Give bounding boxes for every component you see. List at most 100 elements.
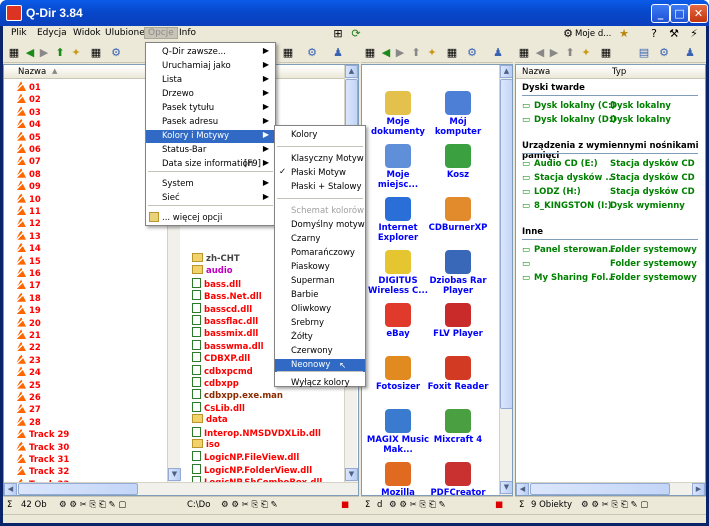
desktop-item[interactable]: Moje miejsc... xyxy=(366,144,430,190)
menu-item[interactable]: Schemat kolorów xyxy=(275,205,365,218)
minimize-button[interactable]: _ xyxy=(651,4,670,23)
column-type[interactable]: Typ xyxy=(612,67,626,77)
back-icon[interactable]: ◀ xyxy=(23,46,37,60)
list-item[interactable]: CsLib.dll xyxy=(192,401,245,414)
list-item[interactable]: Track 29 xyxy=(16,428,69,440)
menu-item[interactable]: Q-Dir zawsze... ▶ xyxy=(146,46,275,59)
menu-item[interactable]: Piaskowy xyxy=(275,261,365,274)
list-item[interactable]: 08 xyxy=(16,167,41,180)
menu-item[interactable]: Uruchamiaj jako ▶ xyxy=(146,60,275,73)
desktop-item[interactable]: Mixcraft 4 xyxy=(426,409,490,445)
desktop-item[interactable]: DIGITUS Wireless C... xyxy=(366,250,430,296)
list-item[interactable]: LogicNP.FolderView.dll xyxy=(192,463,312,476)
menu-item[interactable]: Srebrny xyxy=(275,317,365,330)
list-item[interactable]: cdbxpp.exe.man xyxy=(192,389,283,401)
stop-icon[interactable]: ■ xyxy=(495,500,503,510)
list-item[interactable]: 12 xyxy=(16,217,41,229)
menu-item[interactable]: Płaski + Stalowy xyxy=(275,181,365,194)
list-item[interactable]: LogicNP.FileView.dll xyxy=(192,451,299,463)
menu-item[interactable]: Żółty xyxy=(275,331,365,344)
scroll-thumb[interactable] xyxy=(18,483,138,495)
status-tools[interactable]: ⚙ ⚙ ✂ ⎘ ⎗ ✎ ▢ xyxy=(581,500,648,510)
desktop-item[interactable]: Foxit Reader xyxy=(426,356,490,392)
list-item[interactable]: Track 32 xyxy=(16,465,69,477)
list-item[interactable]: 06 xyxy=(16,143,41,155)
tools-icon[interactable]: ⚙ xyxy=(561,27,575,41)
menu-item[interactable]: Drzewo ▶ xyxy=(146,88,275,101)
view-icon[interactable]: ▦ xyxy=(7,46,21,60)
list-item[interactable]: 01 xyxy=(16,81,41,93)
scroll-right-icon[interactable]: ▶ xyxy=(692,483,705,495)
list-item[interactable]: 25 xyxy=(16,378,41,391)
view-icon[interactable]: ▦ xyxy=(363,46,377,60)
drive-name[interactable]: Panel sterowan... xyxy=(534,245,618,255)
desktop-item[interactable]: CDBurnerXP xyxy=(426,197,490,233)
scroll-down-icon[interactable]: ▼ xyxy=(168,468,181,481)
list-item[interactable]: 04 xyxy=(16,118,41,130)
tool-icon[interactable]: ⚒ xyxy=(667,27,681,41)
menu-info[interactable]: Info xyxy=(179,28,196,38)
list-item[interactable]: audio xyxy=(192,265,233,277)
list-item[interactable]: 19 xyxy=(16,304,41,316)
list-item[interactable]: 26 xyxy=(16,391,41,403)
menu-item[interactable]: Klasyczny Motyw xyxy=(275,153,365,166)
menu-item[interactable]: Sieć ▶ xyxy=(146,192,275,205)
desktop-item[interactable]: Moje dokumenty xyxy=(366,91,430,137)
list-item[interactable]: 20 xyxy=(16,316,41,329)
list-item[interactable]: basswma.dll xyxy=(192,339,264,352)
views-dropdown-icon[interactable]: ▦ xyxy=(89,46,103,60)
tools-dropdown-icon[interactable]: ⚙ xyxy=(305,46,319,60)
help-icon[interactable]: ? xyxy=(647,27,661,41)
new-folder-icon[interactable]: ✦ xyxy=(579,46,593,60)
list-item[interactable]: Interop.NMSDVDXLib.dll xyxy=(192,426,321,439)
status-tools[interactable]: ⚙ ⚙ ✂ ⎘ ⎗ ✎ ▢ xyxy=(59,500,126,510)
title-bar[interactable]: Q-Dir 3.84 _ □ ✕ xyxy=(0,0,709,26)
view-icon[interactable]: ▦ xyxy=(281,46,295,60)
menu-edit[interactable]: Edycja xyxy=(37,28,67,38)
scroll-left-icon[interactable]: ◀ xyxy=(516,483,529,495)
scroll-up-icon[interactable]: ▲ xyxy=(500,65,512,78)
scroll-thumb[interactable] xyxy=(530,483,670,495)
menu-item[interactable]: Oliwkowy xyxy=(275,303,365,316)
forward-icon[interactable]: ▶ xyxy=(547,46,561,60)
plug-icon[interactable]: ⚡ xyxy=(687,27,701,41)
desktop-item[interactable]: Mój komputer xyxy=(426,91,490,137)
list-item[interactable]: Track 30 xyxy=(16,440,69,453)
forward-icon[interactable]: ▶ xyxy=(37,46,51,60)
drive-name[interactable]: Audio CD (E:) xyxy=(534,159,598,169)
layout-grid-icon[interactable]: ⊞ xyxy=(331,27,345,41)
list-item[interactable]: 22 xyxy=(16,341,41,353)
list-item[interactable]: cdbxpp xyxy=(192,377,239,389)
new-folder-icon[interactable]: ✦ xyxy=(425,46,439,60)
list-item[interactable]: iso xyxy=(192,439,220,451)
drive-name[interactable]: Stacja dysków ... xyxy=(534,173,615,183)
list-item[interactable]: 16 xyxy=(16,267,41,279)
menu-item[interactable]: System ▶ xyxy=(146,178,275,191)
menu-item[interactable]: Kolory i Motywy ▶ xyxy=(146,130,275,143)
back-icon[interactable]: ◀ xyxy=(379,46,393,60)
list-item[interactable]: data xyxy=(192,414,228,426)
drive-name[interactable]: My Sharing Fol... xyxy=(534,273,615,283)
desktop-item[interactable]: Dziobas Rar Player xyxy=(426,250,490,296)
list-item[interactable]: 28 xyxy=(16,415,41,428)
menu-item[interactable]: Barbie xyxy=(275,289,365,302)
list-item[interactable]: 10 xyxy=(16,192,41,205)
drive-name[interactable]: LODZ (H:) xyxy=(534,187,581,197)
list-item[interactable]: basscd.dll xyxy=(192,302,252,315)
tools-dropdown-icon[interactable]: ⚙ xyxy=(109,46,123,60)
up-folder-icon[interactable]: ⬆ xyxy=(563,46,577,60)
tools-dropdown-icon[interactable]: ⚙ xyxy=(465,46,479,60)
menu-item[interactable]: Superman xyxy=(275,275,365,288)
desktop-item[interactable]: PDFCreator xyxy=(426,462,490,495)
status-tools[interactable]: ⚙ ⚙ ✂ ⎘ ⎗ ✎ xyxy=(389,500,446,510)
new-folder-icon[interactable]: ✦ xyxy=(69,46,83,60)
up-folder-icon[interactable]: ⬆ xyxy=(409,46,423,60)
desktop-item[interactable]: Kosz xyxy=(426,144,490,180)
list-item[interactable]: 18 xyxy=(16,291,41,304)
views-dropdown-icon[interactable]: ▦ xyxy=(599,46,613,60)
scroll-down-icon[interactable]: ▼ xyxy=(345,468,358,481)
list-item[interactable]: bassflac.dll xyxy=(192,315,258,327)
details-view-icon[interactable]: ▤ xyxy=(637,46,651,60)
list-item[interactable]: cdbxpcmd xyxy=(192,364,253,377)
list-item[interactable]: 11 xyxy=(16,205,41,217)
